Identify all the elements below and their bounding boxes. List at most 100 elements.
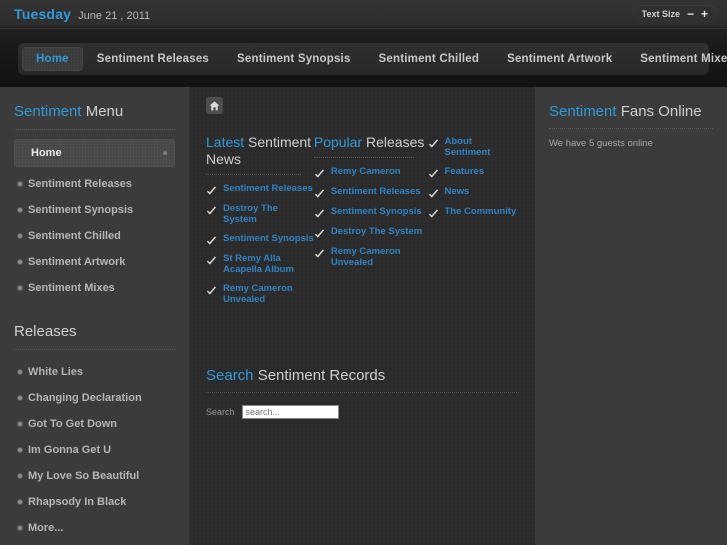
nav-item-sentiment-synopsis[interactable]: Sentiment Synopsis [223, 47, 365, 71]
text-size-label: Text Size [641, 8, 680, 19]
module-link[interactable]: News [445, 186, 470, 197]
bullet-icon [18, 474, 22, 478]
search-title-rest: Sentiment Records [253, 367, 386, 384]
list-item: About Sentiment [428, 136, 520, 158]
page-body: Sentiment Menu Home Sentiment Releases Sen… [0, 87, 727, 545]
divider [206, 174, 301, 175]
module-link[interactable]: About Sentiment [445, 136, 520, 158]
list-item: Remy Cameron [314, 166, 428, 178]
checkmark-icon [314, 187, 325, 198]
sidebar-item-sentiment-synopsis[interactable]: Sentiment Synopsis [14, 197, 175, 223]
day-name: Tuesday [14, 5, 72, 22]
nav-item-sentiment-mixes[interactable]: Sentiment Mixes [626, 47, 727, 71]
bullet-icon [18, 396, 22, 400]
sidebar-releases-title: Releases [14, 323, 77, 340]
sidebar-item-home[interactable]: Home [14, 139, 175, 167]
checkmark-icon [314, 247, 325, 258]
module-title-rest: Releases [362, 134, 425, 150]
left-sidebar: Sentiment Menu Home Sentiment Releases Sen… [0, 87, 190, 545]
feature-module: Latest Sentiment News Sentiment Releases D… [206, 134, 314, 313]
bullet-icon [18, 526, 22, 530]
divider [549, 128, 713, 129]
nav-item-sentiment-artwork[interactable]: Sentiment Artwork [493, 47, 626, 71]
main-navigation: Home Sentiment Releases Sentiment Synopsis… [18, 43, 727, 75]
list-item: Got To Get Down [14, 411, 175, 437]
bullet-icon [18, 448, 22, 452]
sidebar-item-more[interactable]: More... [14, 515, 175, 541]
module-link[interactable]: Sentiment Releases [331, 186, 421, 197]
text-size-widget[interactable]: Text Size − + [632, 4, 717, 23]
sidebar-item-label: Im Gonna Get U [28, 444, 112, 456]
checkmark-icon [314, 227, 325, 238]
list-item: Sentiment Releases [206, 183, 314, 195]
sidebar-item-label: Rhapsody In Black [28, 496, 127, 508]
module-link[interactable]: Remy Cameron Unvealed [223, 283, 314, 305]
sidebar-item-got-to-get-down[interactable]: Got To Get Down [14, 411, 175, 437]
list-item: Features [428, 166, 520, 178]
sidebar-item-label: Got To Get Down [28, 418, 118, 430]
sidebar-item-label: White Lies [28, 366, 84, 378]
module-link[interactable]: Sentiment Synopsis [331, 206, 422, 217]
module-link[interactable]: Sentiment Releases [223, 183, 313, 194]
list-item: Remy Cameron Unvealed [314, 246, 428, 268]
bullet-icon [18, 208, 22, 212]
text-size-increase-button[interactable]: + [701, 8, 708, 20]
top-bar: Tuesday June 21 , 2011 Text Size − + [0, 0, 727, 28]
module-link[interactable]: St Remy Alla Acapella Album [223, 253, 314, 275]
list-item: The Community [428, 206, 520, 218]
nav-item-home[interactable]: Home [22, 47, 83, 71]
navigation-bar-wrapper: Home Sentiment Releases Sentiment Synopsis… [0, 29, 727, 87]
list-item: My Love So Beautiful [14, 463, 175, 489]
module-link[interactable]: Remy Cameron [331, 166, 401, 177]
module-link[interactable]: Destroy The System [331, 226, 422, 237]
list-item: Destroy The System [206, 203, 314, 225]
module-title: Latest Sentiment News [206, 134, 314, 168]
nav-item-sentiment-chilled[interactable]: Sentiment Chilled [365, 47, 494, 71]
text-size-decrease-button[interactable]: − [687, 8, 694, 20]
sidebar-item-sentiment-chilled[interactable]: Sentiment Chilled [14, 223, 175, 249]
home-icon[interactable] [206, 97, 223, 114]
module-link[interactable]: Remy Cameron Unvealed [331, 246, 428, 268]
list-item: Home [14, 139, 175, 167]
nav-item-sentiment-releases[interactable]: Sentiment Releases [83, 47, 223, 71]
module-link[interactable]: Features [445, 166, 485, 177]
checkmark-icon [428, 207, 439, 218]
search-module-title: Search Sentiment Records [206, 367, 519, 384]
search-input[interactable] [241, 405, 339, 419]
bullet-icon [163, 151, 167, 155]
module-link[interactable]: Destroy The System [223, 203, 314, 225]
bullet-icon [18, 182, 22, 186]
sidebar-item-sentiment-releases[interactable]: Sentiment Releases [14, 171, 175, 197]
list-item: Sentiment Releases [314, 186, 428, 198]
module-link[interactable]: Sentiment Synopsis [223, 233, 314, 244]
sidebar-item-rhapsody-in-black[interactable]: Rhapsody In Black [14, 489, 175, 515]
sidebar-item-label: Sentiment Chilled [28, 230, 121, 242]
sidebar-item-sentiment-artwork[interactable]: Sentiment Artwork [14, 249, 175, 275]
sidebar-item-label: More... [28, 522, 64, 534]
sidebar-item-white-lies[interactable]: White Lies [14, 359, 175, 385]
list-item: Rhapsody In Black [14, 489, 175, 515]
sidebar-item-sentiment-mixes[interactable]: Sentiment Mixes [14, 275, 175, 301]
sidebar-item-label: Sentiment Releases [28, 178, 132, 190]
divider [313, 157, 414, 158]
list-item: Sentiment Artwork [14, 249, 175, 275]
divider [14, 129, 175, 130]
sidebar-item-im-gonna-get-u[interactable]: Im Gonna Get U [14, 437, 175, 463]
search-module: Search Sentiment Records Search [206, 367, 519, 419]
module-title-accent: Popular [313, 134, 363, 150]
feature-module: Popular Releases Remy Cameron Sentiment Re… [313, 134, 428, 313]
list-item: Remy Cameron Unvealed [206, 283, 314, 305]
sidebar-item-my-love-so-beautiful[interactable]: My Love So Beautiful [14, 463, 175, 489]
bullet-icon [18, 260, 22, 264]
sidebar-item-changing-declaration[interactable]: Changing Declaration [14, 385, 175, 411]
guests-online-text: We have 5 guests online [549, 138, 653, 149]
checkmark-icon [314, 167, 325, 178]
list-item: More... [14, 515, 175, 541]
search-label: Search [206, 407, 235, 417]
checkmark-icon [206, 234, 217, 245]
list-item: Sentiment Synopsis [14, 197, 175, 223]
module-link[interactable]: The Community [445, 206, 517, 217]
checkmark-icon [206, 284, 217, 295]
bullet-icon [18, 422, 22, 426]
